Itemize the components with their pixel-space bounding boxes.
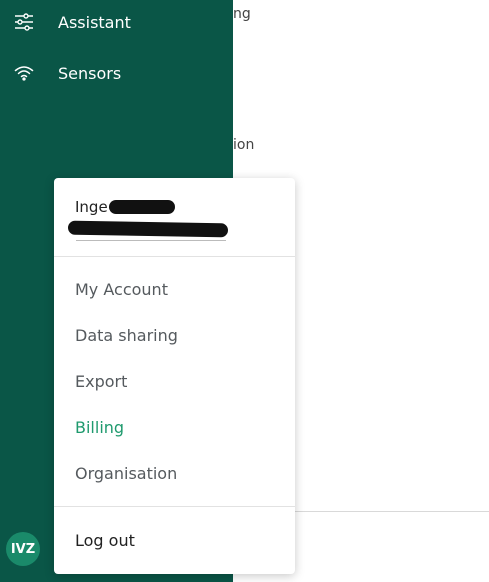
avatar[interactable]: IVZ — [6, 532, 40, 566]
menu-item-export[interactable]: Export — [75, 372, 127, 391]
sidebar-item-assistant[interactable]: Assistant — [0, 0, 233, 44]
sidebar-item-label: Sensors — [58, 63, 122, 83]
background-text: ng — [233, 6, 251, 22]
redaction-mark — [67, 220, 229, 238]
menu-item-data-sharing[interactable]: Data sharing — [75, 326, 178, 345]
divider — [54, 506, 295, 507]
user-menu: Inge My Account Data sharing Export Bill… — [54, 178, 295, 574]
sliders-icon — [13, 11, 35, 33]
sidebar-item-sensors[interactable]: Sensors — [0, 51, 233, 95]
background-text: ion — [233, 137, 255, 153]
menu-item-my-account[interactable]: My Account — [75, 280, 168, 299]
sidebar-item-label: Assistant — [58, 12, 131, 32]
user-name: Inge — [75, 198, 108, 216]
menu-item-billing[interactable]: Billing — [75, 418, 124, 437]
redaction-mark — [109, 200, 175, 214]
wifi-icon — [13, 62, 35, 84]
divider — [54, 256, 295, 257]
logout-button[interactable]: Log out — [75, 531, 135, 550]
menu-item-organisation[interactable]: Organisation — [75, 464, 177, 483]
